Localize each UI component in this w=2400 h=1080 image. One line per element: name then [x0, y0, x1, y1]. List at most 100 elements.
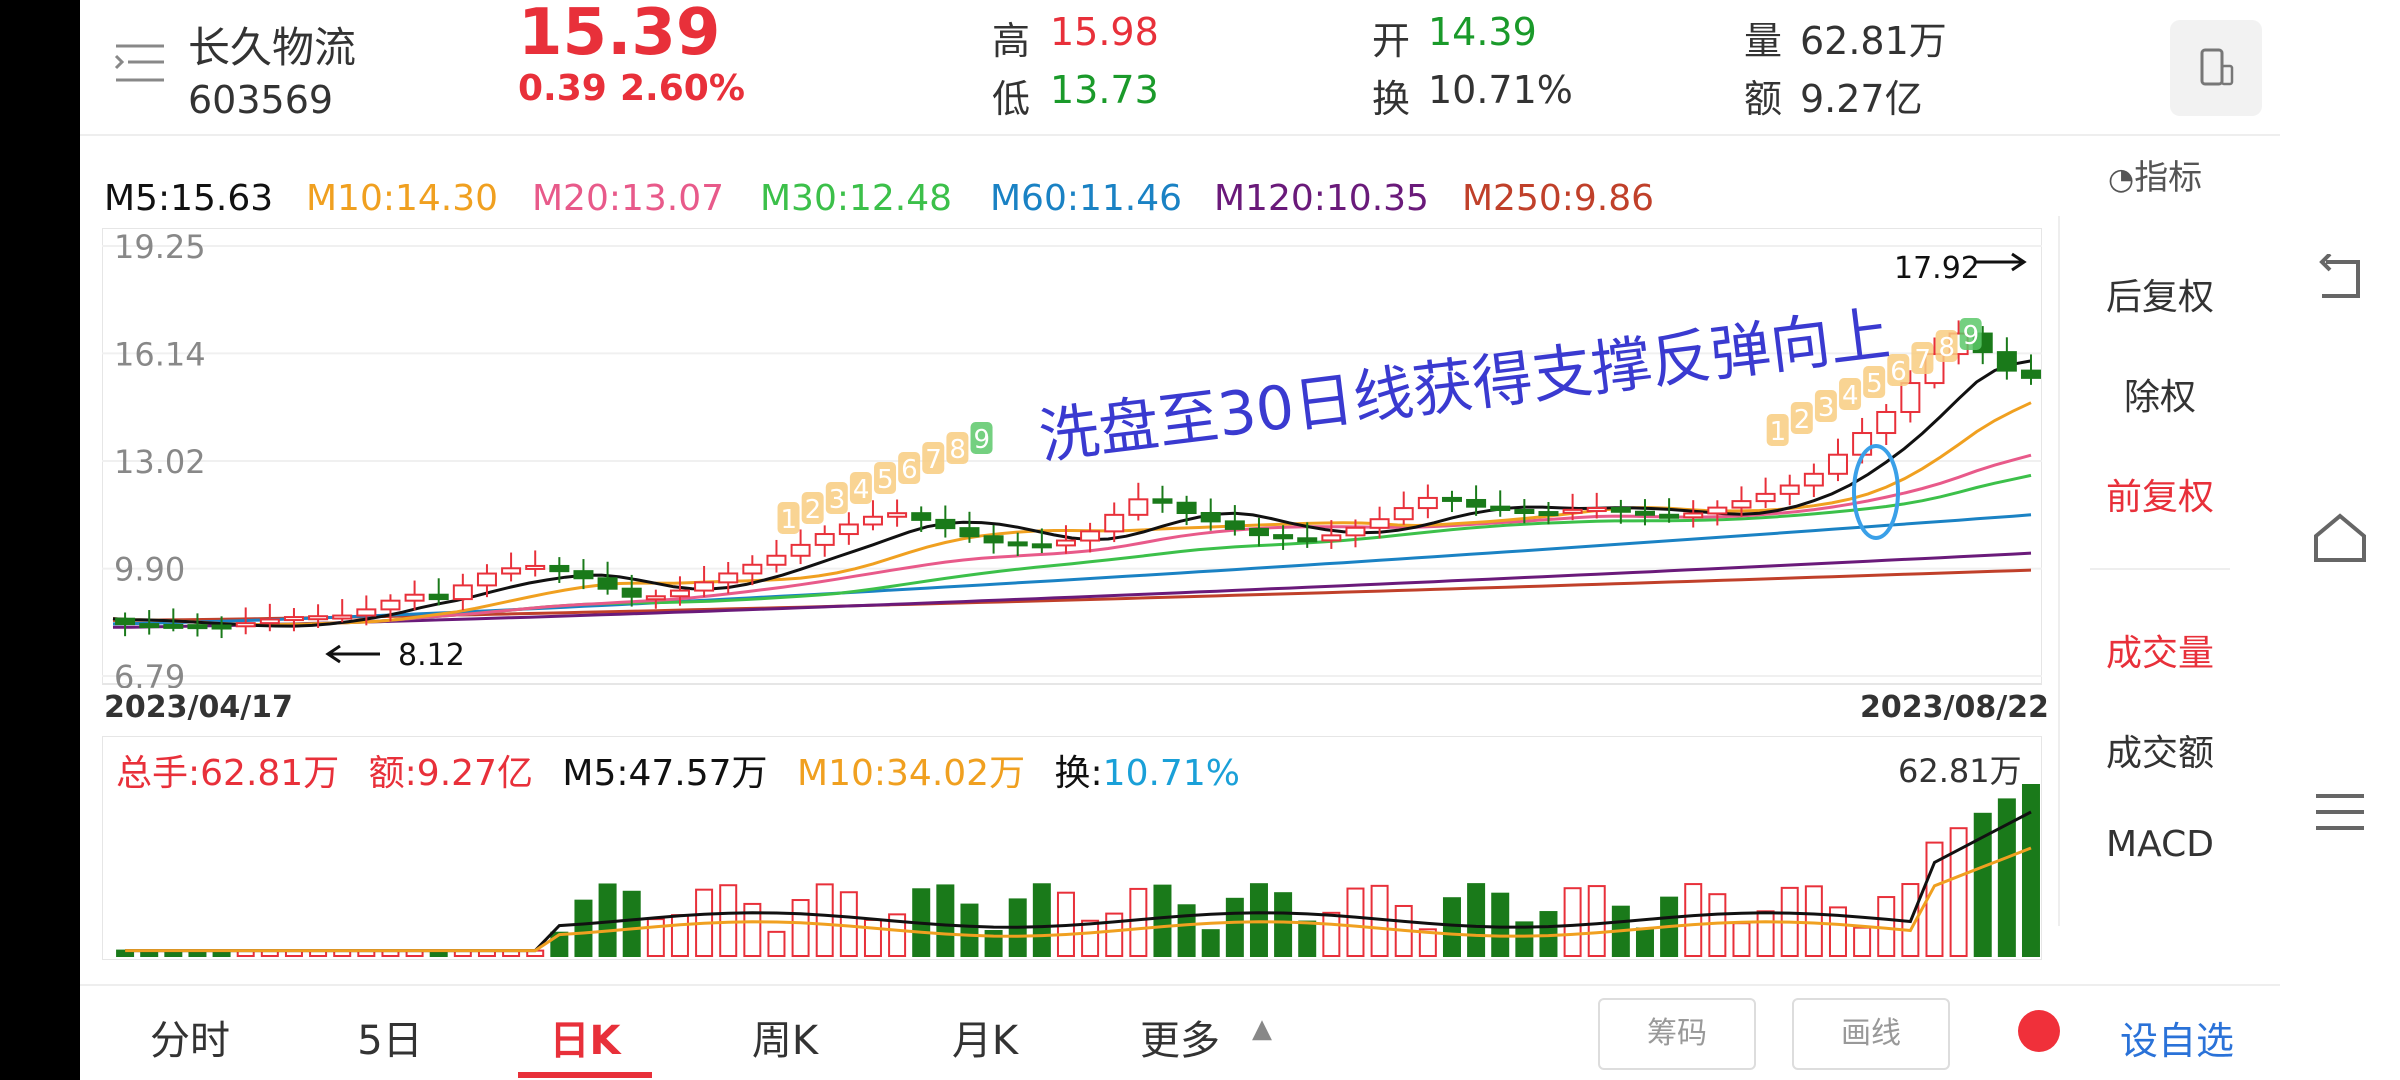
red-dot-icon[interactable]	[2018, 1010, 2060, 1052]
caret-up-icon[interactable]: ▲	[1252, 1014, 1272, 1044]
td-seq-right-number: 5	[1866, 369, 1883, 399]
candle-body	[1803, 472, 1824, 487]
candle-body	[911, 512, 932, 521]
volume-bar	[1804, 885, 1823, 958]
low-value: 13.73	[1050, 68, 1159, 112]
chip-distribution-button[interactable]: 筹码	[1598, 998, 1756, 1070]
tab-more[interactable]: 更多	[1120, 1008, 1240, 1066]
volume-bar	[767, 930, 786, 958]
tab-intraday[interactable]: 分时	[130, 1008, 250, 1066]
stock-name: 长久物流	[188, 23, 357, 72]
candle-body	[1900, 382, 1921, 413]
volume-bar	[1732, 922, 1751, 957]
indicator-button[interactable]: ◔指标	[2108, 150, 2202, 199]
volume-bar	[791, 899, 810, 958]
y-tick-label: 19.25	[114, 228, 206, 266]
open-label: 开	[1372, 19, 1411, 63]
low-label: 低	[992, 77, 1031, 121]
side-menu-item-volume[interactable]: 成交量	[2060, 624, 2260, 676]
back-icon[interactable]	[2312, 254, 2368, 304]
candle-body	[887, 512, 908, 518]
volume-bar	[1225, 897, 1244, 958]
side-menu-item-ex-rights[interactable]: 除权	[2060, 368, 2260, 420]
candle-body	[1996, 351, 2017, 372]
tab-monthly-k[interactable]: 月K	[920, 1008, 1050, 1066]
y-tick-label: 13.02	[114, 443, 206, 481]
volume-bar	[622, 890, 641, 957]
td-seq-right-number: 1	[1770, 417, 1787, 447]
high-value: 15.98	[1050, 10, 1159, 54]
volume-bar	[1153, 884, 1172, 957]
tab-active-underline	[518, 1072, 652, 1078]
candle-body	[1345, 526, 1366, 537]
volume-chart[interactable]	[102, 736, 2042, 960]
candle-body	[452, 584, 473, 601]
candle-body	[1586, 507, 1607, 513]
turnover-value: 10.71%	[1428, 68, 1573, 112]
candle-body	[1031, 543, 1052, 549]
side-menu-item-pre-adjusted[interactable]: 前复权	[2060, 468, 2260, 520]
candle-body	[1128, 498, 1149, 516]
landscape-toggle-button[interactable]	[2170, 20, 2262, 116]
td-seq-left-number: 3	[829, 485, 846, 515]
phone-rotate-icon	[2200, 48, 2234, 86]
side-menu-item-amount[interactable]: 成交额	[2060, 724, 2260, 776]
candle-body	[645, 595, 666, 601]
candle-body	[1152, 498, 1173, 504]
candle-body	[1441, 496, 1462, 502]
candle-body	[1514, 509, 1535, 515]
amount-label: 额	[1744, 77, 1783, 121]
side-menu-item-post-adjusted[interactable]: 后复权	[2060, 268, 2260, 320]
indicator-label: 指标	[2134, 158, 2203, 198]
volume-bar	[863, 918, 882, 957]
header-divider	[80, 134, 2280, 136]
candle-body	[935, 518, 956, 530]
candle-body	[1248, 527, 1269, 537]
ma30-line	[112, 473, 2032, 627]
volume-bar	[1322, 911, 1341, 957]
candle-body	[235, 622, 256, 628]
chip-draw-line-button[interactable]: 画线	[1792, 998, 1950, 1070]
candle-body	[549, 564, 570, 573]
stock-code: 603569	[188, 78, 334, 122]
volume-bar	[1249, 883, 1268, 957]
candle-body	[1755, 492, 1776, 503]
candlestick-chart[interactable]: 123456789123456789 19.2516.1413.029.906.…	[102, 228, 2042, 688]
tab-daily-k[interactable]: 日K	[520, 1008, 650, 1066]
candle-body	[380, 599, 401, 611]
home-icon[interactable]	[2310, 510, 2370, 566]
candle-body	[1297, 537, 1318, 543]
volume-bar	[960, 903, 979, 957]
candle-body	[1827, 453, 1848, 475]
recent-apps-icon[interactable]	[2314, 790, 2366, 834]
volume-bar	[936, 884, 955, 957]
candle-body	[621, 587, 642, 598]
candle-body	[814, 533, 835, 546]
tab-5day[interactable]: 5日	[330, 1008, 450, 1066]
ma120-label: M120:10.35	[1214, 178, 1429, 219]
candle-body	[1224, 520, 1245, 530]
td-seq-left-number: 8	[949, 435, 966, 465]
ma250-label: M250:9.86	[1462, 178, 1655, 219]
candle-body	[187, 624, 208, 630]
candle-body	[1466, 498, 1487, 508]
candle-body	[1273, 534, 1294, 540]
handwritten-annotation: 洗盘至30日线获得支撑反弹向上	[1035, 299, 1894, 473]
td-seq-left-number: 9	[974, 425, 991, 455]
candle-body	[1007, 541, 1028, 547]
candle-body	[983, 535, 1004, 544]
volume-bar	[1467, 883, 1486, 957]
turnover-label: 换	[1372, 77, 1411, 121]
candle-body	[476, 572, 497, 587]
candle-body	[163, 623, 184, 629]
td-seq-right-number: 9	[1963, 321, 1980, 351]
menu-icon[interactable]	[112, 40, 168, 90]
tab-weekly-k[interactable]: 周K	[720, 1008, 850, 1066]
side-menu-item-macd[interactable]: MACD	[2060, 824, 2260, 865]
volume-bar	[646, 918, 665, 957]
candle-body	[1634, 510, 1655, 516]
add-watchlist-button[interactable]: 设自选	[2120, 1010, 2234, 1065]
y-tick-label: 16.14	[114, 335, 206, 373]
candle-body	[1490, 505, 1511, 512]
candle-body	[1852, 432, 1873, 456]
